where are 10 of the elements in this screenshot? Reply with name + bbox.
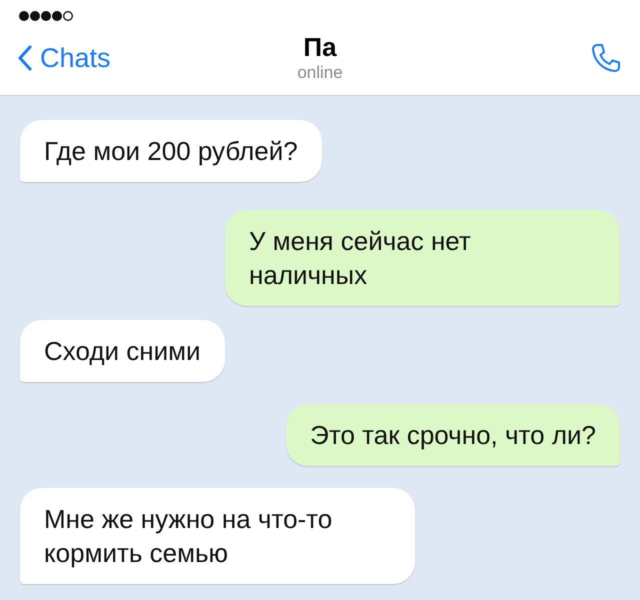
outgoing-message: У меня сейчас нет наличных	[225, 210, 620, 306]
phone-icon[interactable]	[590, 42, 622, 74]
contact-name: Па	[303, 32, 337, 62]
back-button[interactable]: Chats	[18, 38, 158, 78]
incoming-message: Сходи сними	[20, 320, 225, 382]
incoming-message: Где мои 200 рублей?	[20, 120, 322, 182]
chevron-left-icon	[18, 45, 32, 71]
contact-status: online	[297, 62, 343, 84]
incoming-message: Мне же нужно на что-то кормить семью	[20, 488, 415, 584]
outgoing-message: Это так срочно, что ли?	[286, 404, 620, 466]
